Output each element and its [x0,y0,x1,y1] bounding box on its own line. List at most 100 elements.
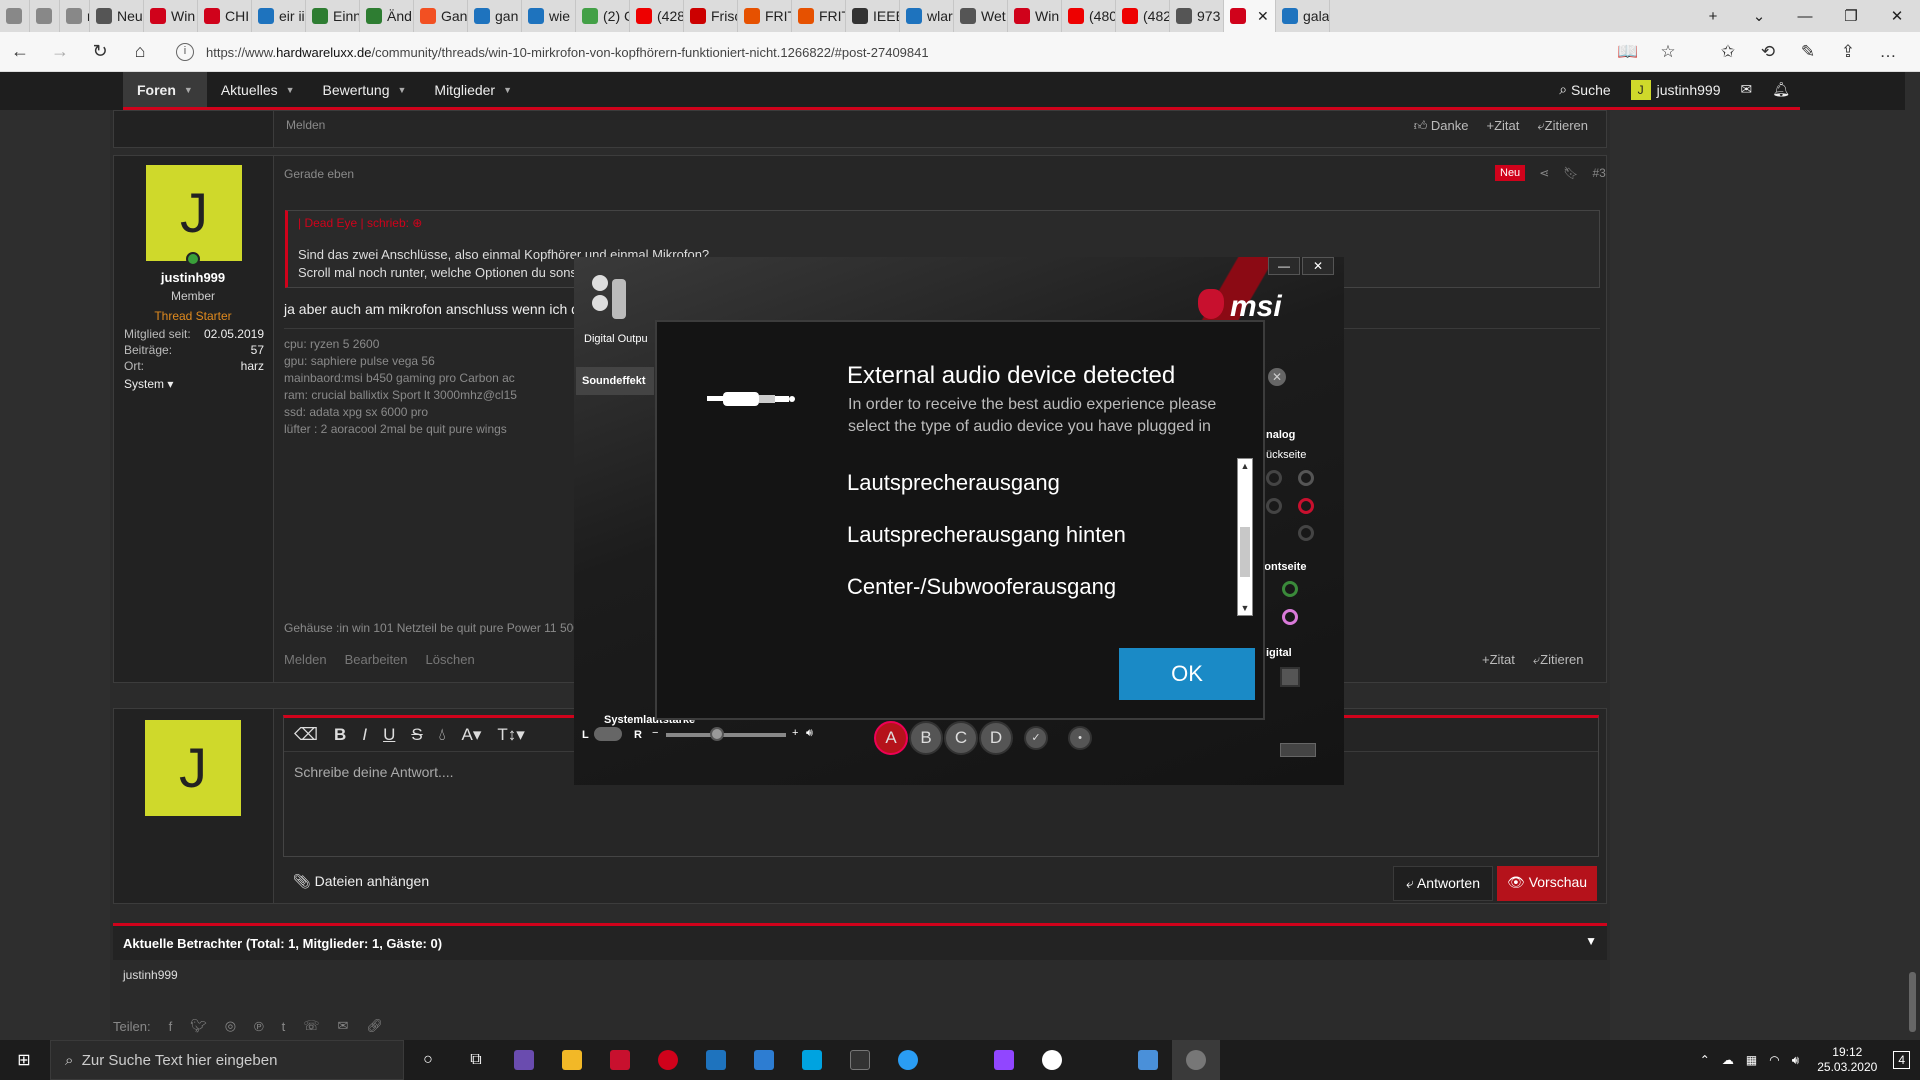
device-list-scrollbar[interactable]: ▲ ▼ [1237,458,1253,616]
link-icon[interactable]: 🔗︎ [366,1018,383,1034]
site-info-icon[interactable]: i [176,43,194,61]
inbox-icon[interactable]: ✉ [1740,81,1752,98]
browser-tab[interactable]: (480 [1062,0,1116,32]
jack-back-3[interactable] [1266,498,1282,514]
browser-tab[interactable]: Neu [90,0,144,32]
collapse-icon[interactable]: ▼ [1585,934,1597,948]
underline-icon[interactable]: U [383,725,395,745]
reddit-icon[interactable]: ◎ [225,1018,236,1034]
tray-chevron-icon[interactable]: ⌃ [1700,1053,1710,1067]
attach-files-button[interactable]: 📎︎ Dateien anhängen [293,873,429,890]
page-scrollbar[interactable] [1905,72,1920,1040]
browser-tab[interactable]: Win [1008,0,1062,32]
home-button[interactable]: ⌂ [120,32,160,72]
notification-center-icon[interactable]: 4 [1893,1051,1910,1069]
post-author-name[interactable]: justinh999 [113,270,273,285]
browser-tab[interactable]: Frisc [684,0,738,32]
clock[interactable]: 19:12 25.03.2020 [1817,1045,1877,1075]
close-tab-icon[interactable]: ✕ [1257,8,1269,25]
post-number[interactable]: #3 [1592,166,1605,180]
volume-minus[interactable]: − [652,727,658,739]
back-button[interactable]: ← [0,32,40,72]
post-action-bearbeiten[interactable]: Bearbeiten [345,652,408,667]
info-icon[interactable] [592,295,608,311]
url-field[interactable]: i https://www. hardwareluxx.de/community/… [176,38,1706,66]
browser-tab[interactable]: Win [144,0,198,32]
volume-plus[interactable]: + [792,727,798,739]
color-icon[interactable]: 💧︎ [439,725,446,745]
taskbar-search[interactable]: ⌕ Zur Suche Text hier eingeben [50,1040,404,1080]
app-icon-ccleaner[interactable] [644,1040,692,1080]
facebook-icon[interactable]: f [169,1019,173,1034]
app-icon-1[interactable] [500,1040,548,1080]
forward-button[interactable]: → [40,32,80,72]
nav-mitglieder[interactable]: Mitglieder ▼ [420,72,526,107]
history-icon[interactable]: ⟲ [1748,42,1788,62]
reply-quote-button[interactable]: ⤶Zitieren [1537,118,1588,134]
settings-button[interactable] [1280,743,1316,757]
app-icon-blank-2[interactable] [1076,1040,1124,1080]
jack-back-1[interactable] [1266,470,1282,486]
browser-tab[interactable] [30,0,60,32]
system-dropdown[interactable]: System ▾ [124,377,173,391]
email-icon[interactable]: ✉ [338,1018,349,1034]
whatsapp-icon[interactable]: ☏ [303,1018,319,1034]
balance-slider[interactable] [594,727,622,741]
speaker-icon[interactable]: 🔊︎ [806,727,813,740]
volume-slider-thumb[interactable] [710,727,724,741]
browser-tab[interactable]: Änd [360,0,414,32]
windows-start-icon[interactable]: ⊞ [0,1040,48,1080]
browser-tab[interactable]: 973 [1170,0,1224,32]
browser-tab[interactable]: Einn [306,0,360,32]
device-option[interactable]: Lautsprecherausgang hinten [807,509,1237,561]
jack-front-pink[interactable] [1282,609,1298,625]
favorites-icon[interactable]: ✩ [1708,42,1748,62]
browser-tab[interactable]: gan [468,0,522,32]
app-icon-screen[interactable] [1124,1040,1172,1080]
xbox-icon[interactable] [1028,1040,1076,1080]
browser-tab[interactable]: gala [1276,0,1330,32]
thanks-button[interactable]: 👍︎ Danke [1414,118,1469,134]
ok-button[interactable]: OK [1119,648,1255,700]
twitch-icon[interactable] [980,1040,1028,1080]
scroll-up-icon[interactable]: ▲ [1238,461,1252,471]
check-icon[interactable] [592,275,608,291]
browser-tab[interactable]: FRIT [738,0,792,32]
cloud-icon[interactable]: ☁ [1722,1053,1734,1067]
nav-foren[interactable]: Foren ▼ [123,72,207,107]
app-icon-audio-active[interactable] [1172,1040,1220,1080]
nav-aktuelles[interactable]: Aktuelles ▼ [207,72,309,107]
quote-button[interactable]: +Zitat [1486,118,1519,134]
sound-effect-tab[interactable]: Soundeffekt [576,367,654,395]
new-tab-button[interactable]: + [1690,0,1736,32]
post-action-löschen[interactable]: Löschen [426,652,475,667]
restore-button[interactable]: ❐ [1828,0,1874,32]
browser-tab[interactable]: CHI [198,0,252,32]
browser-tab[interactable]: n [60,0,90,32]
app-minimize-button[interactable]: — [1268,257,1300,275]
italic-icon[interactable]: I [362,725,367,745]
close-window-button[interactable]: ✕ [1874,0,1920,32]
browser-tab[interactable]: IEEE [846,0,900,32]
preview-button[interactable]: 👁︎ Vorschau [1497,866,1598,901]
app-icon-dolphin[interactable] [884,1040,932,1080]
browser-tab[interactable]: (2) C [576,0,630,32]
strike-icon[interactable]: S [411,725,422,745]
app-close-button[interactable]: ✕ [1302,257,1334,275]
tumblr-icon[interactable]: t [282,1019,286,1034]
user-menu[interactable]: Jjustinh999 [1630,79,1720,100]
font-size-icon[interactable]: T↕▾ [497,725,524,745]
device-option[interactable]: Center-/Subwooferausgang [807,561,1237,613]
network-icon[interactable]: ▦ [1746,1053,1757,1067]
settings-x-icon[interactable]: ✕ [1268,368,1286,386]
quote-author[interactable]: | Dead Eye | schrieb: ⊕ [298,216,422,230]
nav-bewertung[interactable]: Bewertung ▼ [309,72,421,107]
bell-icon[interactable]: 🔔︎ [1772,81,1790,98]
device-option[interactable]: Lautsprecherausgang [807,457,1237,509]
reading-view-icon[interactable]: 📖 [1608,42,1648,62]
share-icon[interactable]: ⇪ [1828,42,1868,62]
confirm-icon[interactable]: ✓ [1024,726,1048,750]
wifi-icon[interactable]: ◠ [1769,1053,1779,1067]
jack-button-d[interactable]: D [979,721,1013,755]
refresh-button[interactable]: ↻ [80,32,120,72]
